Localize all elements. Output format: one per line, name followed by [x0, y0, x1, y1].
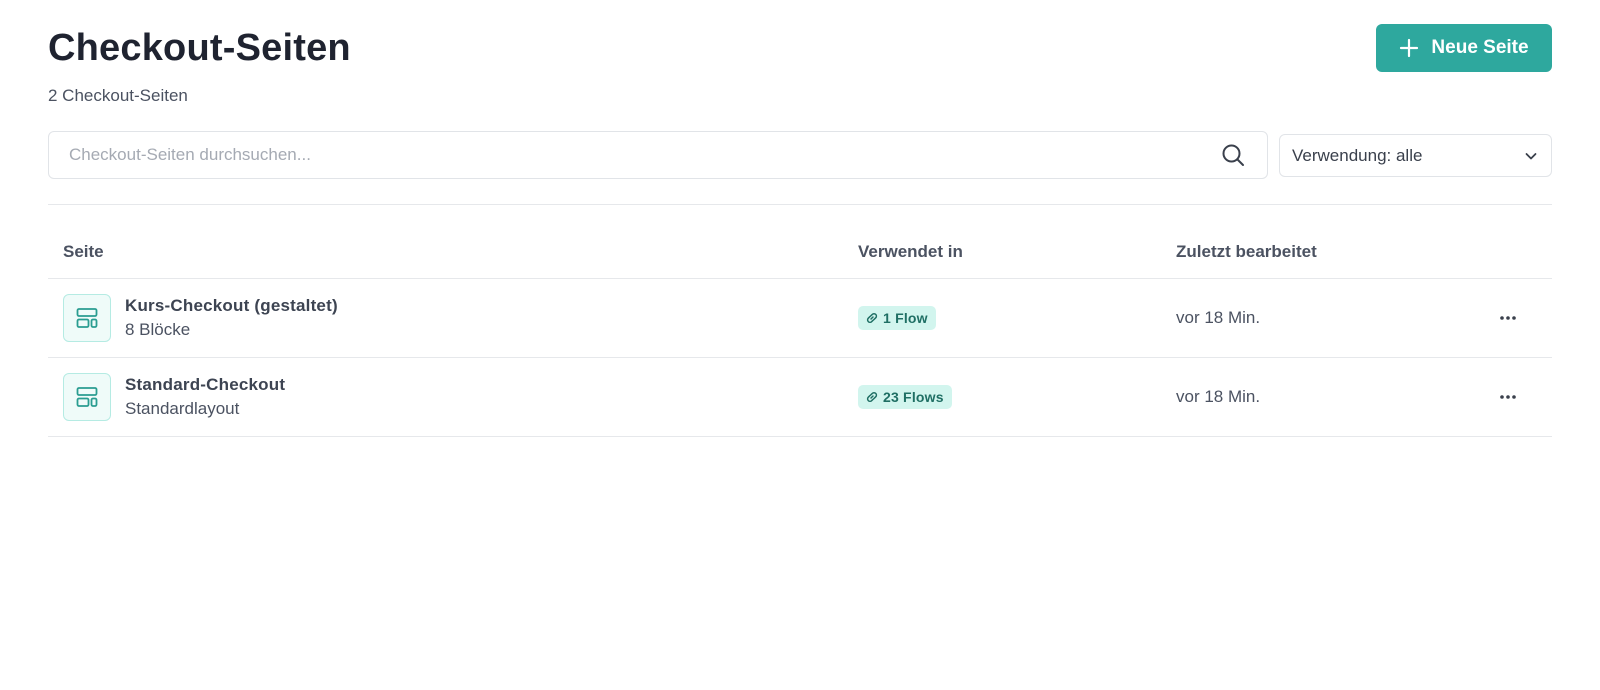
page-name[interactable]: Standard-Checkout [125, 373, 285, 397]
layout-icon [63, 373, 111, 421]
search-box [48, 131, 1268, 179]
page-title: Checkout-Seiten [48, 27, 351, 69]
last-edited: vor 18 Min. [1176, 387, 1261, 406]
plus-icon [1399, 38, 1419, 58]
last-edited: vor 18 Min. [1176, 308, 1261, 327]
page-block-count: 8 Blöcke [125, 320, 191, 339]
chevron-down-icon [1523, 148, 1539, 164]
usage-filter-value: Verwendung: alle [1292, 145, 1423, 165]
more-options-button[interactable] [1493, 303, 1523, 333]
link-icon [865, 311, 879, 325]
more-icon [1500, 316, 1516, 320]
more-icon [1500, 395, 1516, 399]
column-header-last-edited: Zuletzt bearbeitet [1176, 242, 1317, 261]
checkout-pages-view: Checkout-Seiten 2 Checkout-Seiten Neue S… [0, 0, 1600, 690]
column-header-page: Seite [63, 242, 104, 261]
table-row[interactable]: Kurs-Checkout (gestaltet) 8 Blöcke 1 Flo… [48, 279, 1552, 358]
search-icon[interactable] [1221, 143, 1245, 167]
usage-badge-label: 1 Flow [883, 310, 928, 326]
new-page-button-label: Neue Seite [1431, 37, 1529, 58]
new-page-button[interactable]: Neue Seite [1376, 24, 1552, 72]
usage-badge[interactable]: 23 Flows [858, 385, 952, 409]
usage-filter-select[interactable]: Verwendung: alle [1279, 134, 1552, 177]
more-options-button[interactable] [1493, 382, 1523, 412]
usage-badge-label: 23 Flows [883, 389, 944, 405]
link-icon [865, 390, 879, 404]
page-count: 2 Checkout-Seiten [48, 86, 188, 105]
layout-icon [63, 294, 111, 342]
checkout-pages-table: Seite Verwendet in Zuletzt bearbeitet Ku… [48, 226, 1552, 437]
table-row[interactable]: Standard-Checkout Standardlayout 23 Flow… [48, 358, 1552, 437]
divider [48, 204, 1552, 205]
column-header-used-in: Verwendet in [858, 242, 963, 261]
table-header: Seite Verwendet in Zuletzt bearbeitet [48, 226, 1552, 279]
page-layout-type: Standardlayout [125, 399, 240, 418]
page-name[interactable]: Kurs-Checkout (gestaltet) [125, 294, 338, 318]
usage-badge[interactable]: 1 Flow [858, 306, 936, 330]
search-input[interactable] [49, 132, 1199, 178]
